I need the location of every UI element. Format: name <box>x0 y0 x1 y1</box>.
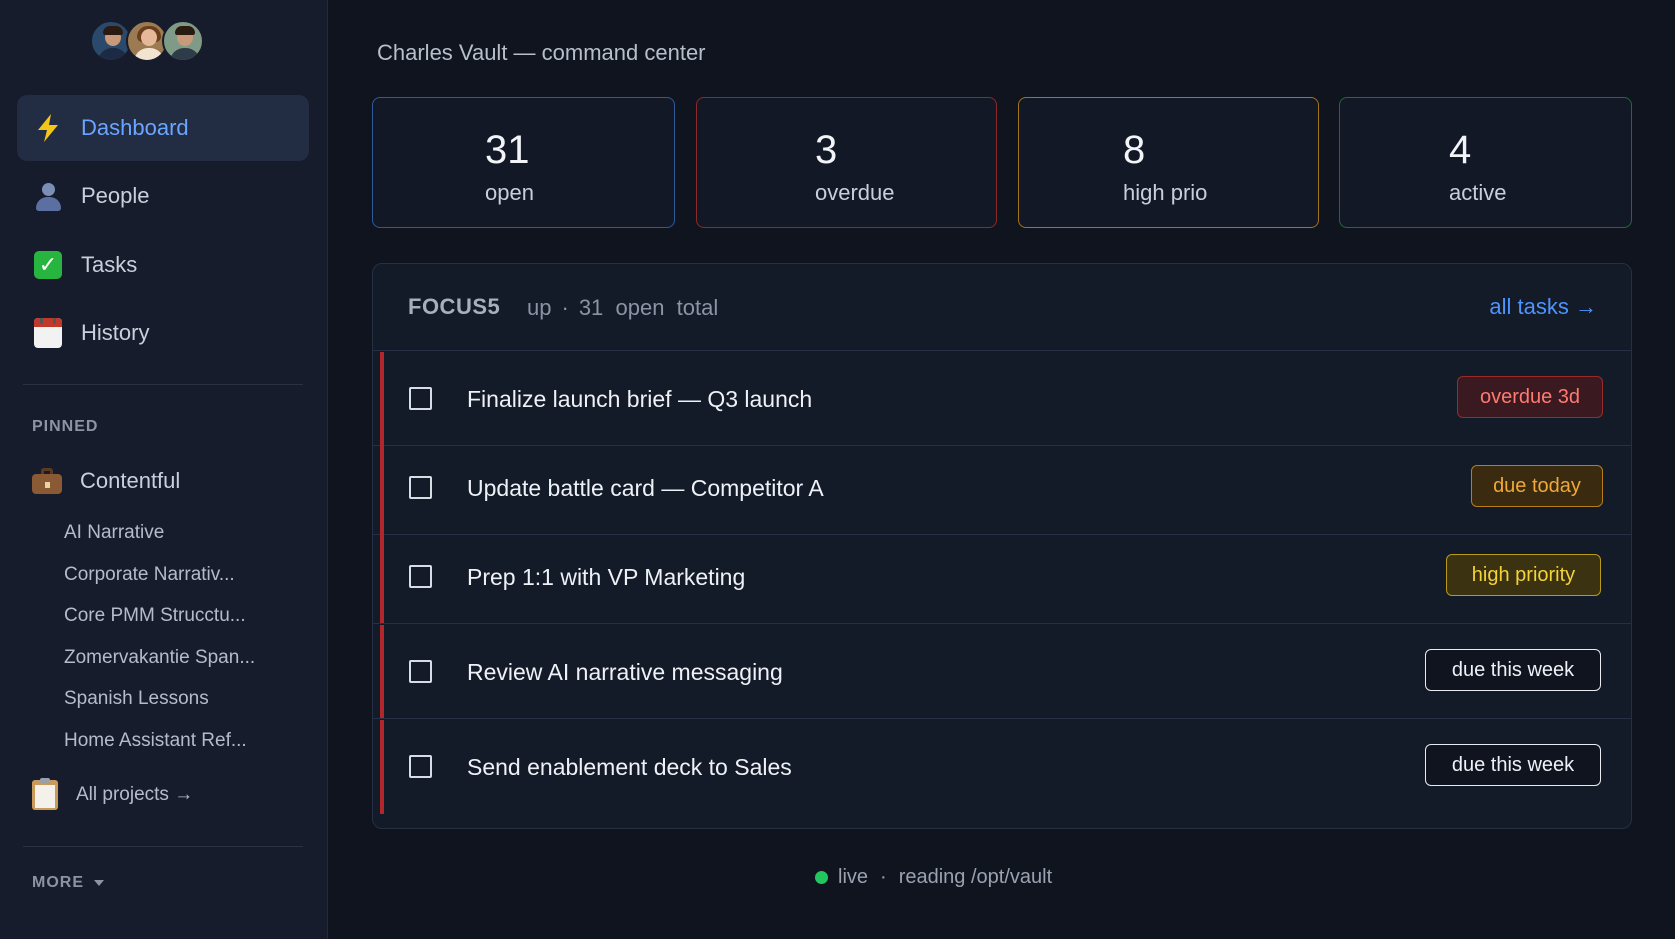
vault-path: reading /opt/vault <box>898 866 1053 888</box>
priority-bar <box>380 720 384 814</box>
status-badge: due this week <box>1425 744 1601 786</box>
project-sub-item[interactable]: Zomervakantie Span... <box>64 647 255 669</box>
status-badge: overdue 3d <box>1457 376 1603 418</box>
task-title[interactable]: Review AI narrative messaging <box>467 659 783 686</box>
stat-card-high-prio[interactable]: 8 high prio <box>1018 97 1319 228</box>
checkmark-icon: ✓ <box>33 250 63 280</box>
task-row[interactable]: Finalize launch brief — Q3 launch overdu… <box>373 352 1631 446</box>
priority-bar <box>380 530 384 623</box>
all-tasks-link[interactable]: all tasks → <box>1489 294 1597 320</box>
status-badge: due this week <box>1425 649 1601 691</box>
stat-card-active[interactable]: 4 active <box>1339 97 1632 228</box>
project-sub-item[interactable]: Spanish Lessons <box>64 688 209 710</box>
stat-value: 8 <box>1123 128 1146 172</box>
more-toggle[interactable]: MORE <box>32 874 104 892</box>
status-badge: high priority <box>1446 554 1601 596</box>
avatar[interactable] <box>162 20 204 62</box>
calendar-icon <box>33 318 63 348</box>
project-label: Contentful <box>80 468 181 493</box>
focus-panel-header: FOCUS5 up · 31 open total all tasks → <box>373 264 1631 351</box>
all-projects-link[interactable]: All projects → <box>32 778 194 810</box>
divider <box>23 846 303 847</box>
caret-down-icon <box>94 880 104 886</box>
stat-label: high prio <box>1123 180 1208 205</box>
separator-dot: · <box>880 866 887 888</box>
project-sub-item[interactable]: Home Assistant Ref... <box>64 730 247 752</box>
task-row[interactable]: Prep 1:1 with VP Marketing high priority <box>373 530 1631 624</box>
sidebar: Dashboard People ✓ Tasks History PINNED … <box>0 0 328 939</box>
person-icon <box>33 181 63 211</box>
focus-meta-count: 31 open total <box>578 295 719 320</box>
task-checkbox[interactable] <box>409 387 432 410</box>
stat-card-overdue[interactable]: 3 overdue <box>696 97 997 228</box>
focus-meta-up: up <box>527 295 552 320</box>
priority-bar <box>380 441 384 534</box>
live-status-label: live <box>838 866 869 888</box>
project-sub-item[interactable]: Core PMM Strucctu... <box>64 605 246 627</box>
clipboard-icon <box>32 778 58 810</box>
priority-bar <box>380 352 384 445</box>
status-badge: due today <box>1471 465 1603 507</box>
sidebar-item-label: History <box>81 320 150 345</box>
task-checkbox[interactable] <box>409 565 432 588</box>
stat-label: active <box>1449 180 1507 205</box>
page-title: Charles Vault — command center <box>377 40 706 65</box>
sidebar-item-label: Tasks <box>81 252 138 277</box>
focus-title: FOCUS5 <box>408 294 501 319</box>
task-checkbox[interactable] <box>409 660 432 683</box>
project-contentful[interactable]: Contentful <box>32 468 180 494</box>
focus-meta: up · 31 open total <box>527 295 718 321</box>
divider <box>23 384 303 385</box>
task-row[interactable]: Update battle card — Competitor A due to… <box>373 441 1631 535</box>
task-title[interactable]: Prep 1:1 with VP Marketing <box>467 564 745 591</box>
project-sub-item[interactable]: AI Narrative <box>64 522 164 544</box>
separator-dot: · <box>561 295 569 320</box>
sidebar-item-tasks[interactable]: ✓ Tasks <box>17 232 309 298</box>
task-checkbox[interactable] <box>409 755 432 778</box>
task-checkbox[interactable] <box>409 476 432 499</box>
sidebar-item-dashboard[interactable]: Dashboard <box>17 95 309 161</box>
priority-bar <box>380 625 384 718</box>
status-footer: live · reading /opt/vault <box>815 866 1052 889</box>
pinned-heading: PINNED <box>32 418 99 435</box>
all-projects-label: All projects → <box>76 784 194 805</box>
focus-panel: FOCUS5 up · 31 open total all tasks → Fi… <box>372 263 1632 829</box>
sidebar-item-label: People <box>81 183 150 208</box>
task-row[interactable]: Review AI narrative messaging due this w… <box>373 625 1631 719</box>
sidebar-item-history[interactable]: History <box>17 300 309 366</box>
briefcase-icon <box>32 468 62 494</box>
live-status-dot <box>815 871 828 884</box>
task-title[interactable]: Send enablement deck to Sales <box>467 754 792 781</box>
task-title[interactable]: Update battle card — Competitor A <box>467 475 824 502</box>
project-sub-item[interactable]: Corporate Narrativ... <box>64 564 235 586</box>
lightning-icon <box>33 113 63 143</box>
stat-label: overdue <box>815 180 895 205</box>
task-row[interactable]: Send enablement deck to Sales due this w… <box>373 720 1631 814</box>
task-title[interactable]: Finalize launch brief — Q3 launch <box>467 386 812 413</box>
stat-label: open <box>485 180 534 205</box>
sidebar-item-people[interactable]: People <box>17 163 309 229</box>
more-label: MORE <box>32 874 84 891</box>
stat-card-open[interactable]: 31 open <box>372 97 675 228</box>
stat-value: 4 <box>1449 128 1472 172</box>
app-root: Dashboard People ✓ Tasks History PINNED … <box>0 0 1675 939</box>
sidebar-item-label: Dashboard <box>81 115 189 140</box>
stat-value: 3 <box>815 128 838 172</box>
stat-value: 31 <box>485 128 530 172</box>
